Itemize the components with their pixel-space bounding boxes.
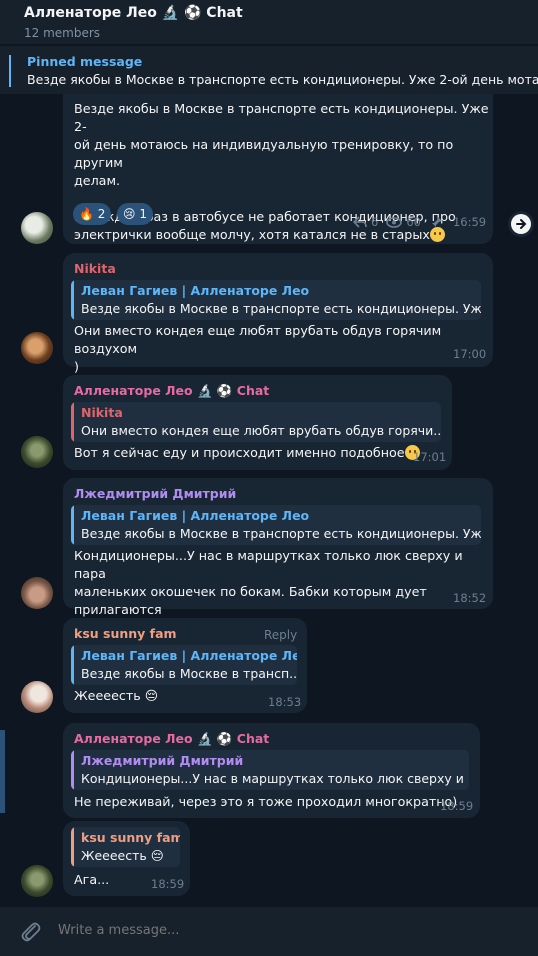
message-time: 18:53	[268, 695, 302, 709]
reply-preview[interactable]: Леван Гагиев | Алленаторе Лео Везде якоб…	[71, 645, 297, 685]
message-text: Вот я сейчас еду и происходит именно под…	[74, 444, 454, 462]
message-time: 18:52	[453, 591, 487, 605]
avatar[interactable]	[21, 332, 53, 364]
reaction-cry[interactable]: 😢 1	[117, 203, 153, 225]
sender-name[interactable]: Алленаторе Лео 🔬 ⚽ Chat	[74, 383, 269, 399]
message-bubble[interactable]: Лжедмитрий Дмитрий Леван Гагиев | Аллена…	[63, 478, 493, 617]
reply-preview[interactable]: Леван Гагиев | Алленаторе Лео Везде якоб…	[71, 280, 481, 320]
grin-emoji-icon	[429, 227, 445, 242]
pin-icon	[431, 217, 442, 227]
message-bubble[interactable]: ksu sunny fam Reply Леван Гагиев | Аллен…	[63, 618, 307, 713]
composer	[0, 906, 538, 956]
message-time: 16:59	[452, 215, 487, 229]
message-time: 17:01	[413, 450, 447, 464]
pinned-message-bar[interactable]: Pinned message Везде якобы в Москве в тр…	[0, 46, 538, 94]
message-text: Ага...	[74, 872, 110, 887]
reply-sender: Nikita	[81, 405, 123, 420]
message-meta: 6 60 16:59	[353, 215, 486, 229]
forward-button[interactable]	[508, 211, 534, 237]
message-bubble[interactable]: Алленаторе Лео 🔬 ⚽ Chat Лжедмитрий Дмитр…	[63, 723, 480, 818]
reply-text: Везде якобы в Москве в транспорте есть к…	[81, 526, 481, 541]
reply-text: Везде якобы в Москве в транспорте есть к…	[81, 301, 481, 316]
selection-indicator	[0, 730, 5, 813]
reply-sender: Лжедмитрий Дмитрий	[81, 753, 244, 768]
views-icon	[386, 216, 403, 228]
message-input[interactable]	[58, 923, 498, 938]
sender-name[interactable]: Алленаторе Лео 🔬 ⚽ Chat	[74, 731, 269, 747]
reply-text: Везде якобы в Москве в трансп...	[81, 666, 297, 681]
message-time: 18:59	[151, 877, 185, 891]
message-text: Жеееесть 😔	[74, 688, 159, 703]
reply-sender: Леван Гагиев | Алленаторе Лео	[81, 283, 310, 298]
forward-count-icon	[353, 216, 367, 228]
pensive-emoji-icon: 😔	[150, 848, 164, 863]
avatar[interactable]	[21, 681, 53, 713]
reaction-fire[interactable]: 🔥 2	[73, 203, 112, 225]
sender-name[interactable]: Nikita	[74, 261, 116, 277]
message-bubble[interactable]: Nikita Леван Гагиев | Алленаторе Лео Вез…	[63, 253, 493, 374]
members-count: 12 members	[24, 26, 101, 40]
avatar[interactable]	[21, 577, 53, 609]
chat-header[interactable]: Алленаторе Лео 🔬 ⚽ Chat 12 members	[0, 0, 538, 44]
reply-preview[interactable]: Леван Гагиев | Алленаторе Лео Везде якоб…	[71, 505, 481, 545]
message-bubble[interactable]: Алленаторе Лео 🔬 ⚽ Chat Nikita Они вмест…	[63, 375, 452, 470]
sender-name[interactable]: Лжедмитрий Дмитрий	[74, 486, 236, 502]
reply-text: Они вместо кондея еще любят врубать обду…	[81, 423, 441, 438]
reply-link[interactable]: Reply	[264, 628, 297, 642]
chat-title: Алленаторе Лео 🔬 ⚽ Chat	[24, 5, 243, 21]
reply-sender: ksu sunny fam	[81, 830, 180, 845]
reply-text: Кондиционеры...У нас в маршрутках только…	[81, 771, 469, 786]
message-bubble[interactable]: ksu sunny fam Жеееесть 😔 Ага... 18:59	[63, 821, 190, 896]
avatar[interactable]	[21, 212, 53, 244]
views-count: 60	[406, 215, 421, 229]
pinned-accent	[9, 55, 11, 87]
message-bubble[interactable]: Везде якобы в Москве в транспорте есть к…	[63, 94, 493, 244]
reply-preview[interactable]: Nikita Они вместо кондея еще любят вруба…	[71, 402, 441, 442]
reply-preview[interactable]: ksu sunny fam Жеееесть 😔	[71, 827, 180, 867]
avatar[interactable]	[21, 436, 53, 468]
reply-preview[interactable]: Лжедмитрий Дмитрий Кондиционеры...У нас …	[71, 750, 469, 790]
arrow-right-icon	[516, 219, 527, 229]
message-list[interactable]: Везде якобы в Москве в транспорте есть к…	[0, 94, 538, 906]
message-time: 17:00	[453, 347, 487, 361]
pinned-label: Pinned message	[27, 54, 143, 69]
forward-count: 6	[371, 215, 379, 229]
avatar[interactable]	[21, 865, 53, 897]
sender-name[interactable]: ksu sunny fam	[74, 626, 177, 642]
pinned-text: Везде якобы в Москве в транспорте есть к…	[27, 72, 538, 87]
reply-sender: Леван Гагиев | Алленаторе Лео	[81, 508, 310, 523]
reply-sender: Леван Гагиев | Алленаторе Лео	[81, 648, 297, 663]
message-time: 18:59	[440, 799, 474, 813]
message-text: Кондиционеры...У нас в маршрутках только…	[74, 548, 463, 617]
reply-text: Жеееесть 😔	[81, 848, 164, 863]
message-text: Не переживай, через это я тоже проходил …	[74, 794, 458, 809]
paperclip-icon[interactable]	[20, 920, 42, 944]
pensive-emoji-icon: 😔	[144, 688, 159, 703]
message-text: Они вместо кондея еще любят врубать обду…	[74, 323, 442, 374]
